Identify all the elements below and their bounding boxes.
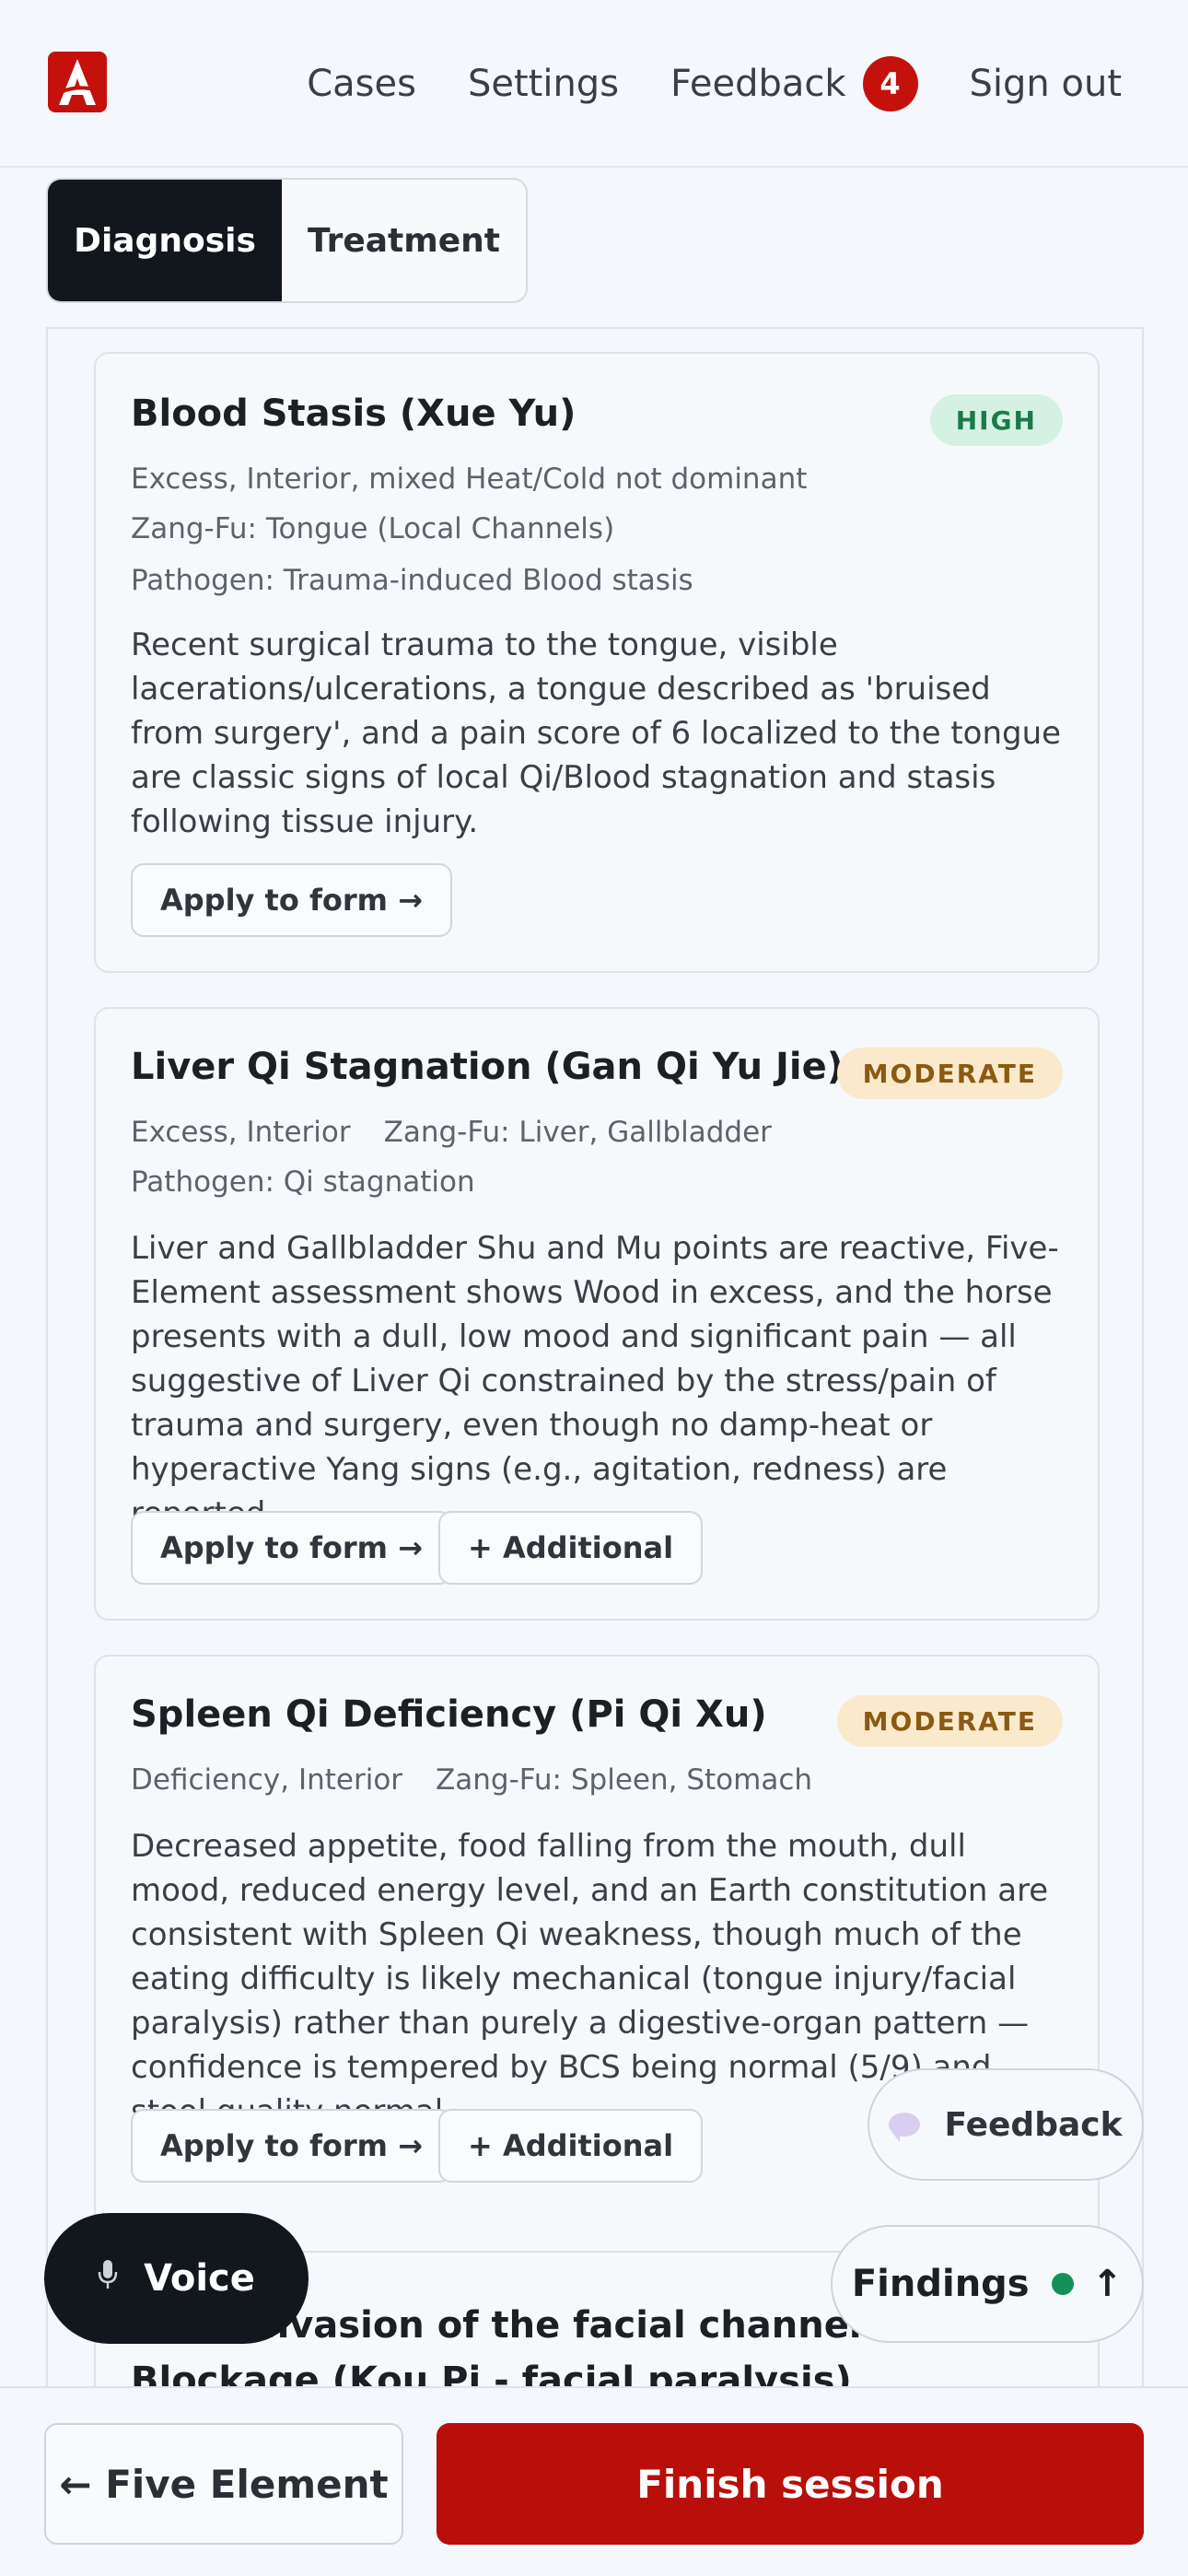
top-nav: Cases Settings Feedback 4 Sign out: [255, 0, 1188, 168]
findings-label: Findings: [851, 2263, 1030, 2305]
app-header: Cases Settings Feedback 4 Sign out: [0, 0, 1188, 168]
feedback-count-badge: 4: [862, 56, 918, 111]
voice-button[interactable]: Voice: [44, 2213, 309, 2344]
add-additional-button[interactable]: + Additional: [438, 1511, 704, 1585]
pattern-meta: Deficiency, Interior Zang-Fu: Spleen, Sto…: [131, 1763, 812, 1797]
nav-sign-out-link[interactable]: Sign out: [970, 63, 1122, 105]
view-tabs: Diagnosis Treatment: [46, 178, 528, 303]
pattern-title: Blood Stasis (Xue Yu): [131, 392, 577, 435]
nav-feedback-link[interactable]: Feedback 4: [670, 56, 918, 111]
pattern-meta: Zang-Fu: Tongue (Local Channels): [131, 512, 615, 545]
floating-feedback-label: Feedback: [944, 2105, 1123, 2144]
pattern-title: Spleen Qi Deficiency (Pi Qi Xu): [131, 1693, 767, 1736]
pattern-description: Liver and Gallbladder Shu and Mu points …: [131, 1230, 1059, 1532]
voice-label: Voice: [144, 2257, 255, 2300]
floating-feedback-button[interactable]: Feedback: [868, 2068, 1144, 2181]
severity-badge: MODERATE: [836, 1048, 1063, 1099]
pattern-description: Recent surgical trauma to the tongue, vi…: [131, 626, 1062, 840]
nav-settings-link[interactable]: Settings: [468, 63, 619, 105]
pattern-meta: Excess, Interior, mixed Heat/Cold not do…: [131, 463, 808, 496]
app-logo-icon[interactable]: [48, 52, 107, 112]
apply-to-form-button[interactable]: Apply to form →: [131, 863, 452, 937]
tab-diagnosis[interactable]: Diagnosis: [48, 180, 282, 301]
speech-bubble-icon: [889, 2113, 921, 2142]
apply-to-form-button[interactable]: Apply to form →: [131, 1511, 452, 1585]
tab-treatment[interactable]: Treatment: [282, 180, 526, 301]
severity-badge: MODERATE: [836, 1695, 1063, 1747]
pattern-nature: Deficiency, Interior: [131, 1763, 403, 1797]
bottom-action-bar: ← Five Element Finish session: [0, 2386, 1188, 2576]
finish-session-button[interactable]: Finish session: [437, 2423, 1144, 2545]
severity-badge: HIGH: [929, 394, 1063, 446]
findings-status-dot: [1051, 2273, 1074, 2295]
microphone-icon: [98, 2257, 118, 2300]
back-five-element-button[interactable]: ← Five Element: [44, 2423, 403, 2545]
pattern-meta: Excess, Interior Zang-Fu: Liver, Gallblad…: [131, 1116, 772, 1149]
apply-to-form-button[interactable]: Apply to form →: [131, 2109, 452, 2183]
pattern-card: Liver Qi Stagnation (Gan Qi Yu Jie) MODE…: [94, 1007, 1100, 1621]
pattern-card: Blood Stasis (Xue Yu) HIGH Excess, Inter…: [94, 352, 1100, 973]
pattern-pathogen: Pathogen: Qi stagnation: [131, 1165, 475, 1199]
pattern-zang-fu: Zang-Fu: Spleen, Stomach: [436, 1763, 813, 1797]
add-additional-button[interactable]: + Additional: [438, 2109, 704, 2183]
pattern-meta: Pathogen: Trauma-induced Blood stasis: [131, 564, 693, 597]
nav-feedback-label: Feedback: [670, 63, 846, 105]
arrow-up-icon: ↑: [1091, 2263, 1124, 2305]
pattern-zang-fu: Zang-Fu: Liver, Gallbladder: [383, 1116, 772, 1149]
nav-cases-link[interactable]: Cases: [307, 63, 416, 105]
pattern-title: Liver Qi Stagnation (Gan Qi Yu Jie): [131, 1046, 844, 1088]
pattern-nature: Excess, Interior: [131, 1116, 351, 1149]
findings-button[interactable]: Findings ↑: [831, 2225, 1144, 2343]
